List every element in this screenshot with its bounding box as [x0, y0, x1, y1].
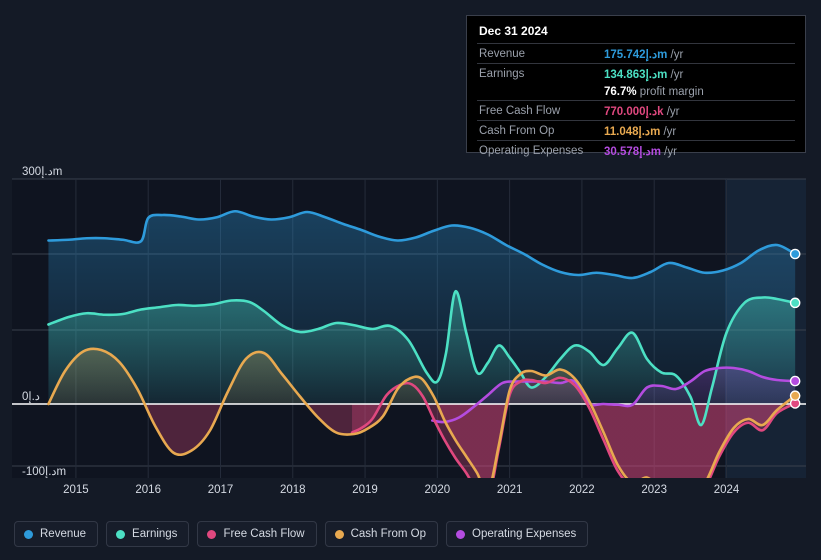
x-tick-label: 2018 [279, 484, 306, 496]
legend-item-cash-from-op[interactable]: Cash From Op [324, 521, 439, 547]
tooltip-date: Dec 31 2024 [479, 24, 548, 38]
legend-item-label: Earnings [132, 528, 178, 540]
y-tick-label: -100د.إm [22, 466, 67, 478]
tooltip-row-label: Free Cash Flow [477, 100, 602, 121]
x-tick-label: 2024 [713, 484, 740, 496]
tooltip-row-value: 134.863د.إm /yr [602, 63, 795, 83]
tooltip-row: Earnings 134.863د.إm /yr [477, 63, 795, 83]
chart-legend: Revenue Earnings Free Cash Flow Cash From O… [0, 508, 821, 560]
tooltip-row-value: 76.7% profit margin [604, 85, 704, 98]
series-endpoint-earnings [789, 297, 801, 309]
x-tick-label: 2021 [496, 484, 523, 496]
x-tick-label: 2015 [63, 484, 89, 496]
tooltip-row-label: Operating Expenses [477, 140, 602, 160]
series-endpoint-operating-expenses [789, 375, 801, 387]
legend-item-free-cash-flow[interactable]: Free Cash Flow [197, 521, 317, 547]
tooltip-row-value: 11.048د.إm /yr [602, 120, 795, 141]
y-tick-label: 300د.إm [22, 166, 63, 178]
tooltip-row-value: 175.742د.إm /yr [602, 43, 795, 64]
legend-item-label: Cash From Op [350, 528, 427, 540]
tooltip-row-label: Revenue [477, 43, 602, 64]
tooltip-row: 76.7% profit margin [477, 83, 795, 101]
x-tick-label: 2016 [135, 484, 161, 496]
x-tick-label: 2022 [569, 484, 595, 496]
tooltip-row: Operating Expenses 30.578د.إm /yr [477, 140, 795, 160]
x-tick-label: 2023 [641, 484, 667, 496]
legend-color-dot [334, 529, 344, 539]
legend-item-label: Revenue [40, 528, 87, 540]
series-endpoint-cash-from-op [789, 390, 801, 402]
tooltip-row-value: 30.578د.إm /yr [602, 140, 795, 160]
legend-item-label: Free Cash Flow [223, 528, 305, 540]
tooltip-row-label [477, 83, 602, 101]
x-tick-label: 2017 [207, 484, 234, 496]
legend-color-dot [207, 529, 217, 539]
legend-color-dot [116, 529, 126, 539]
y-tick-label: 0د.إ [22, 391, 40, 403]
tooltip-row-label: Earnings [477, 63, 602, 83]
tooltip-row-value: 770.000د.إk /yr [602, 100, 795, 121]
tooltip-row-label: Cash From Op [477, 120, 602, 141]
legend-item-operating-expenses[interactable]: Operating Expenses [446, 521, 589, 547]
legend-item-revenue[interactable]: Revenue [14, 521, 99, 547]
x-tick-label: 2019 [352, 484, 378, 496]
legend-item-earnings[interactable]: Earnings [106, 521, 190, 547]
legend-item-label: Operating Expenses [472, 528, 577, 540]
series-endpoint-revenue [789, 248, 801, 260]
tooltip-row: Revenue 175.742د.إm /yr [477, 43, 795, 64]
legend-color-dot [456, 529, 466, 539]
tooltip-table: Revenue 175.742د.إm /yr Earnings 134.863د.إ… [477, 43, 795, 160]
legend-color-dot [24, 529, 33, 539]
tooltip-row: Cash From Op 11.048د.إm /yr [477, 120, 795, 141]
x-tick-label: 2020 [424, 484, 451, 496]
data-tooltip: Dec 31 2024 Revenue 175.742د.إm /yr Earnin… [466, 15, 806, 160]
tooltip-row: Free Cash Flow 770.000د.إk /yr [477, 100, 795, 121]
